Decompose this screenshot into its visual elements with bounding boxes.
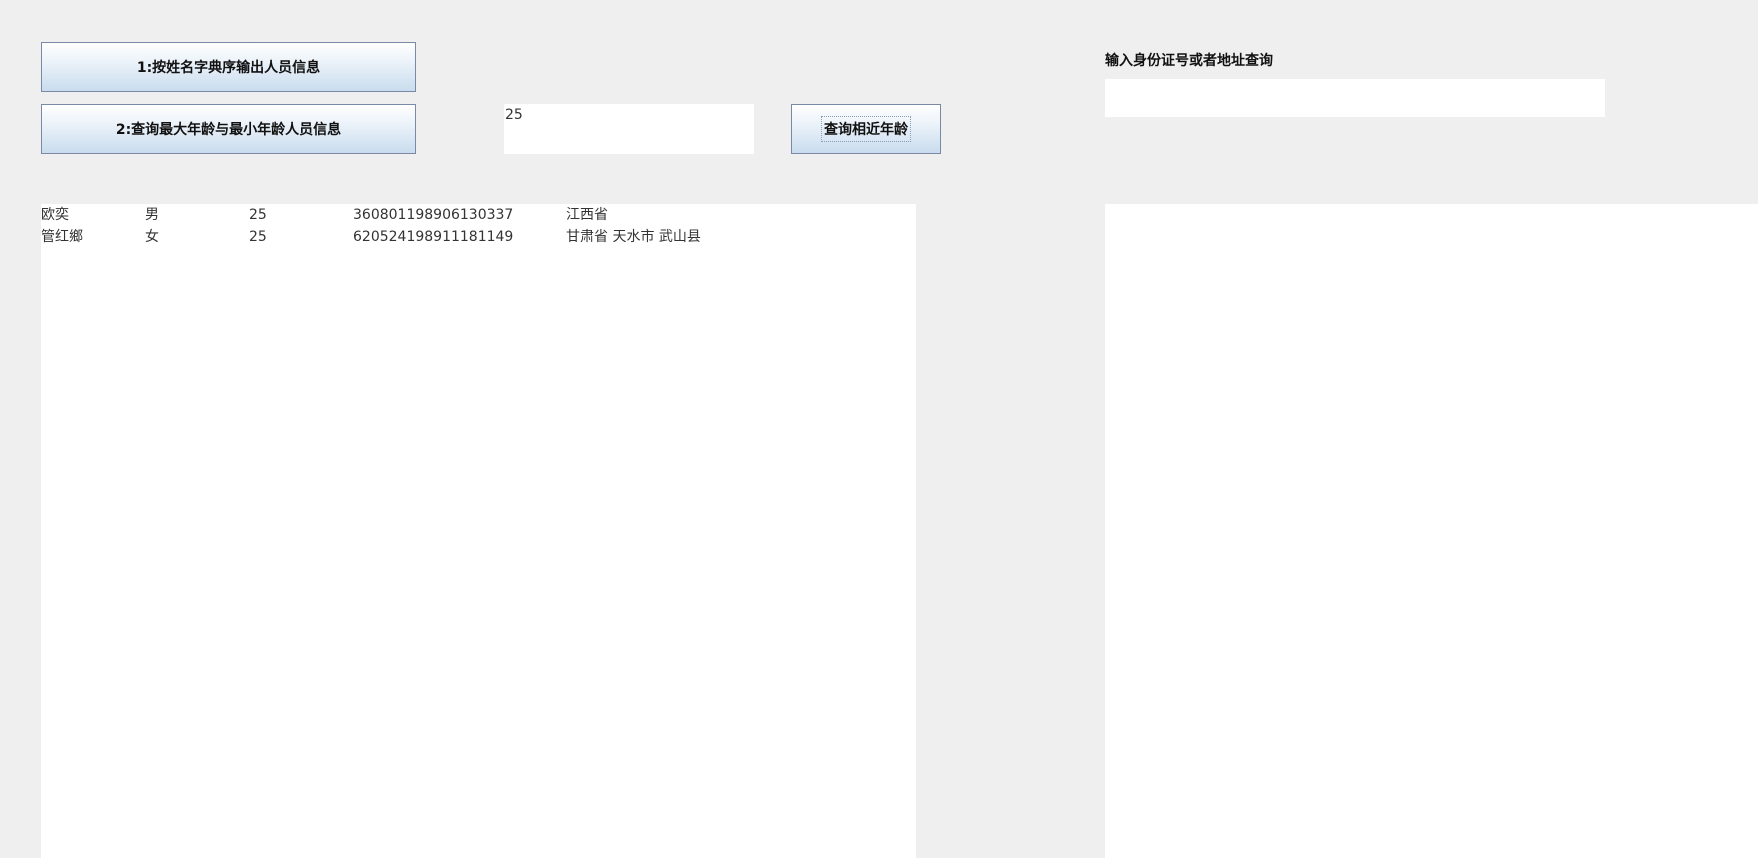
sort-by-name-button[interactable]: 1:按姓名字典序输出人员信息: [41, 42, 416, 92]
table-row: 欧奕 男 25 360801198906130337 江西省: [41, 204, 916, 226]
row-name: 欧奕: [41, 207, 69, 223]
search-results-panel[interactable]: [1105, 204, 1758, 858]
row-sex: 女: [145, 229, 159, 245]
query-min-max-age-button[interactable]: 2:查询最大年龄与最小年龄人员信息: [41, 104, 416, 154]
sort-by-name-button-label: 1:按姓名字典序输出人员信息: [136, 60, 321, 76]
results-panel[interactable]: 欧奕 男 25 360801198906130337 江西省 管红鄉 女 25 …: [41, 204, 916, 858]
search-label: 输入身份证号或者地址查询: [1105, 53, 1273, 69]
row-age: 25: [249, 207, 267, 223]
row-sex: 男: [145, 207, 159, 223]
query-similar-age-button-label: 查询相近年龄: [821, 116, 911, 142]
query-similar-age-button[interactable]: 查询相近年龄: [791, 104, 941, 154]
row-age: 25: [249, 229, 267, 245]
row-address: 江西省: [566, 207, 608, 223]
row-address: 甘肃省 天水市 武山县: [566, 229, 701, 245]
query-min-max-age-button-label: 2:查询最大年龄与最小年龄人员信息: [115, 122, 342, 138]
table-row: 管红鄉 女 25 620524198911181149 甘肃省 天水市 武山县: [41, 226, 916, 248]
row-name: 管红鄉: [41, 229, 83, 245]
age-input-value: 25: [505, 107, 523, 123]
search-input[interactable]: [1105, 79, 1605, 117]
age-input[interactable]: 25: [504, 104, 754, 154]
row-id-number: 620524198911181149: [353, 229, 514, 245]
row-id-number: 360801198906130337: [353, 207, 514, 223]
